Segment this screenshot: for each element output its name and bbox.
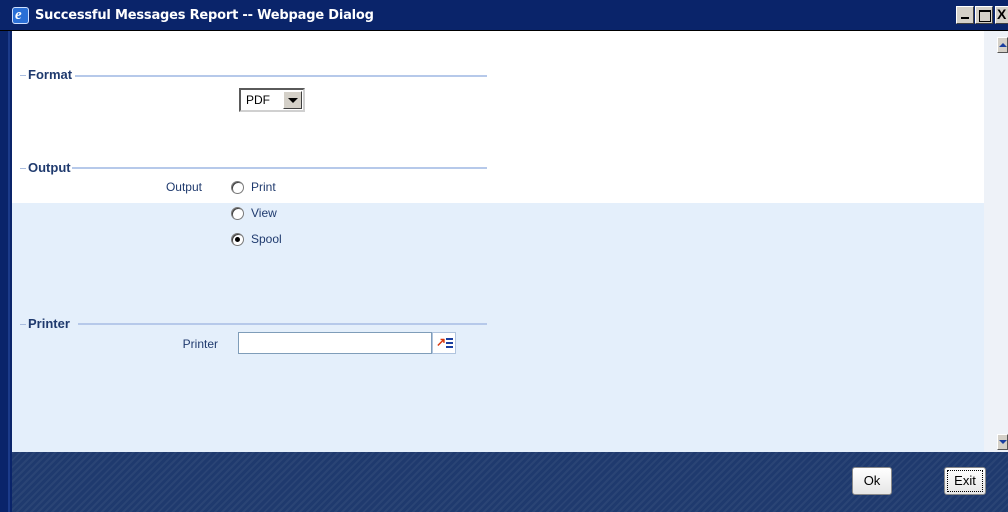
output-radio-view[interactable] xyxy=(231,207,244,220)
chevron-down-icon[interactable] xyxy=(283,91,302,109)
printer-input[interactable] xyxy=(238,332,432,354)
minimize-button[interactable] xyxy=(956,6,974,24)
ok-button[interactable]: Ok xyxy=(852,467,892,495)
format-section-title: Format xyxy=(20,67,72,82)
list-of-values-icon: ↗ xyxy=(436,335,447,349)
scroll-down-button[interactable] xyxy=(997,434,1008,450)
format-section-divider xyxy=(75,75,487,77)
output-option-view-label[interactable]: View xyxy=(251,206,277,220)
ie-icon: e xyxy=(12,7,29,24)
content-background-band xyxy=(12,203,984,452)
dialog-content: Format PDF Output Output Print View Spoo… xyxy=(12,31,984,452)
format-select[interactable]: PDF xyxy=(239,88,305,112)
close-icon: X xyxy=(997,6,1007,22)
printer-lov-button[interactable]: ↗ xyxy=(432,332,456,354)
list-lines-icon xyxy=(446,338,453,348)
output-section-title: Output xyxy=(20,160,71,175)
format-select-value: PDF xyxy=(246,93,270,107)
output-radio-spool[interactable] xyxy=(231,233,244,246)
printer-field-label: Printer xyxy=(182,337,218,351)
window-title: Successful Messages Report -- Webpage Di… xyxy=(35,8,374,23)
scroll-up-button[interactable] xyxy=(997,37,1008,53)
printer-section-title: Printer xyxy=(20,316,70,331)
output-radio-print[interactable] xyxy=(231,181,244,194)
output-field-label: Output xyxy=(165,180,202,194)
output-section-divider xyxy=(72,167,487,169)
exit-button[interactable]: Exit xyxy=(944,467,986,495)
dialog-footer: Ok Exit xyxy=(12,452,1008,512)
vertical-scrollbar[interactable] xyxy=(984,31,1008,452)
printer-section-divider xyxy=(78,323,487,325)
output-option-spool-label[interactable]: Spool xyxy=(251,232,282,246)
title-bar[interactable]: e Successful Messages Report -- Webpage … xyxy=(0,0,1008,31)
close-button[interactable]: X xyxy=(995,6,1008,24)
window-left-border xyxy=(0,31,12,512)
output-option-print-label[interactable]: Print xyxy=(251,180,276,194)
maximize-button[interactable] xyxy=(975,6,993,24)
